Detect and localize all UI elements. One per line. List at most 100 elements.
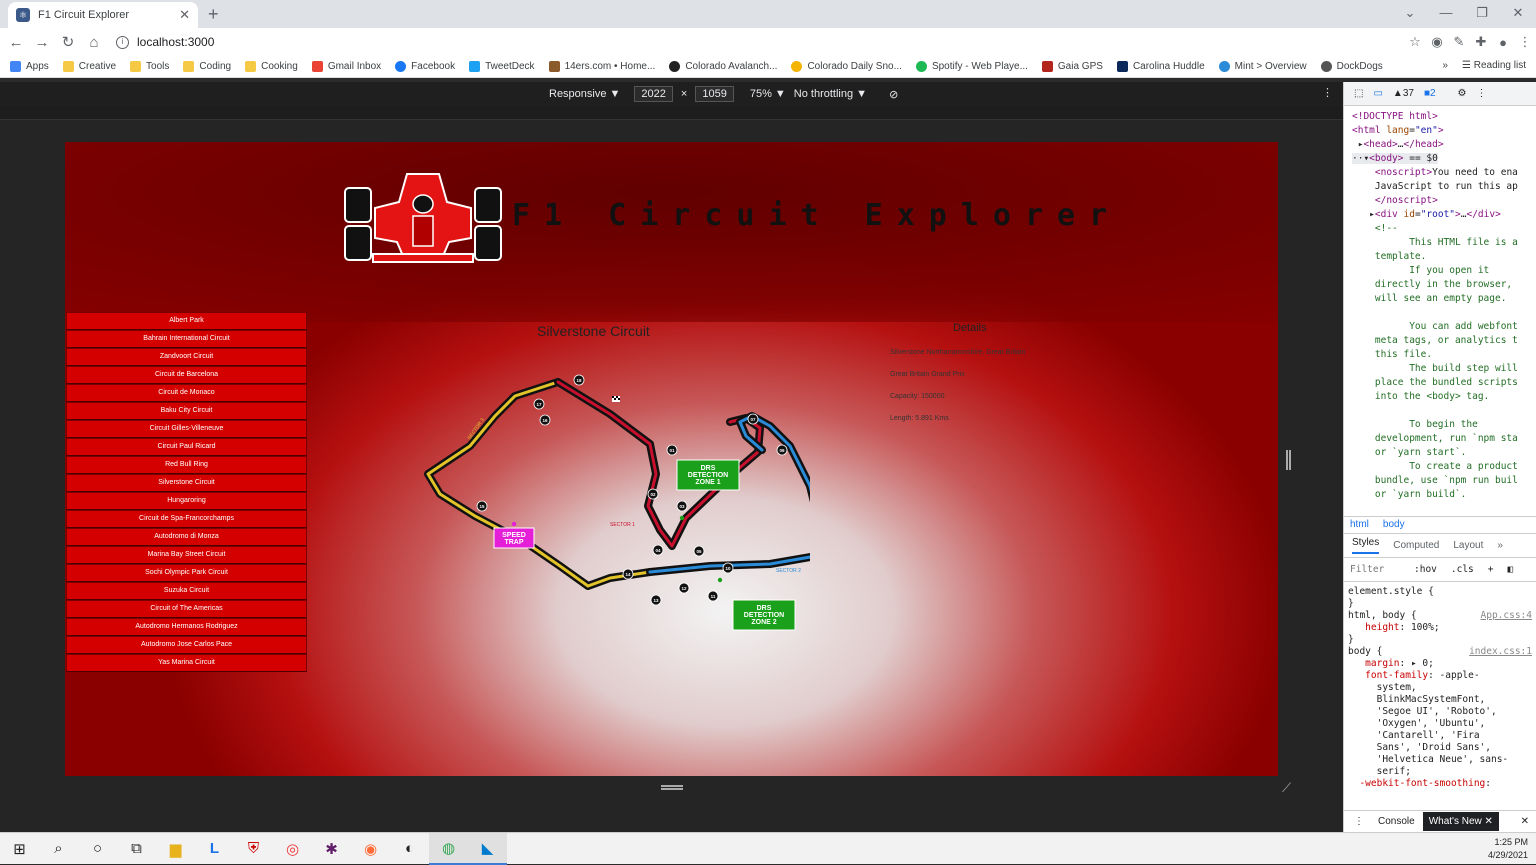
circuit-list-item[interactable]: Hungaroring [66, 492, 307, 510]
viewport-resize-handle-right[interactable] [1286, 450, 1291, 470]
bookmark-carolina-huddle[interactable]: Carolina Huddle [1116, 61, 1205, 72]
device-toolbar-menu-icon[interactable]: ⋮ [1322, 86, 1333, 99]
bookmark-apps[interactable]: Apps [10, 61, 49, 72]
hov-toggle[interactable]: :hov [1414, 564, 1437, 575]
windows-start-icon[interactable]: ⊞ [0, 833, 39, 865]
bookmark-14ers[interactable]: 14ers.com • Home... [548, 61, 655, 72]
styles-filter-input[interactable]: Filter [1350, 564, 1400, 575]
circuit-list-item[interactable]: Circuit de Monaco [66, 384, 307, 402]
bookmark-cooking[interactable]: Cooking [245, 61, 298, 72]
bookmark-gmail[interactable]: Gmail Inbox [311, 61, 381, 72]
bookmark-facebook[interactable]: Facebook [395, 61, 455, 72]
postman-icon[interactable]: ◉ [351, 833, 390, 865]
bookmark-spotify[interactable]: Spotify - Web Playe... [915, 61, 1028, 72]
inspect-element-icon[interactable]: ⬚ [1354, 88, 1363, 99]
app-l-icon[interactable]: L [195, 833, 234, 865]
viewport-height-input[interactable]: 1059 [695, 86, 734, 102]
profile-dropdown-icon[interactable]: ⌄ [1392, 0, 1428, 28]
circuit-list-item[interactable]: Autodromo Jose Carlos Pace [66, 636, 307, 654]
circuit-list-item[interactable]: Silverstone Circuit [66, 474, 307, 492]
styles-pane[interactable]: element.style { } App.css:4 html, body { … [1344, 582, 1536, 790]
circuit-list-item[interactable]: Yas Marina Circuit [66, 654, 307, 672]
circuit-list-item[interactable]: Circuit Gilles-Villeneuve [66, 420, 307, 438]
cls-toggle[interactable]: .cls [1451, 564, 1474, 575]
home-icon[interactable]: ⌂ [84, 34, 104, 51]
circuit-list-item[interactable]: Autodromo di Monza [66, 528, 307, 546]
elements-tree[interactable]: <!DOCTYPE html> <html lang="en"> ▸<head>… [1344, 106, 1536, 516]
responsive-dropdown[interactable]: Responsive ▼ [549, 88, 620, 100]
issues-badge[interactable]: ■2 [1424, 88, 1436, 99]
site-info-icon[interactable]: i [116, 35, 129, 49]
rule-2-source[interactable]: index.css:1 [1469, 646, 1532, 658]
vscode-icon[interactable]: ◣ [468, 832, 507, 865]
file-explorer-icon[interactable]: ▆ [156, 833, 195, 865]
address-bar[interactable]: i localhost:3000 [116, 31, 1404, 53]
search-icon[interactable]: ⌕ [39, 833, 78, 865]
settings-gear-icon[interactable]: ⚙ [1458, 88, 1467, 99]
viewport-resize-corner[interactable]: ⟋ [1282, 780, 1291, 796]
bookmark-colorado-snow[interactable]: Colorado Daily Sno... [791, 61, 902, 72]
bookmarks-overflow[interactable]: » [1442, 60, 1448, 71]
circuit-list-item[interactable]: Sochi Olympic Park Circuit [66, 564, 307, 582]
bookmark-colorado-avalanche[interactable]: Colorado Avalanch... [669, 61, 777, 72]
app-red-icon[interactable]: ◎ [273, 833, 312, 865]
circuit-list-item[interactable]: Circuit de Barcelona [66, 366, 307, 384]
task-view-icon[interactable]: ⧉ [117, 833, 156, 865]
tab-styles[interactable]: Styles [1352, 537, 1380, 554]
rule-1-source[interactable]: App.css:4 [1481, 610, 1532, 622]
circuit-list-item[interactable]: Marina Bay Street Circuit [66, 546, 307, 564]
close-tab-icon[interactable]: ✕ [179, 7, 190, 23]
bookmark-creative[interactable]: Creative [62, 61, 116, 72]
eyedropper-icon[interactable]: ✎ [1448, 34, 1470, 50]
restore-icon[interactable]: ❐ [1464, 0, 1500, 28]
circuit-list-item[interactable]: Suzuka Circuit [66, 582, 307, 600]
warnings-badge[interactable]: ▲37 [1393, 88, 1414, 99]
cortana-icon[interactable]: ○ [78, 833, 117, 865]
github-icon[interactable]: ◐ [390, 833, 429, 865]
drawer-menu-icon[interactable]: ⋮ [1354, 816, 1364, 827]
rotate-icon[interactable]: ⊘ [889, 88, 898, 101]
circuit-list-item[interactable]: Baku City Circuit [66, 402, 307, 420]
bookmark-dockdogs[interactable]: DockDogs [1320, 61, 1383, 72]
browser-tab[interactable]: ⚛ F1 Circuit Explorer ✕ [8, 2, 198, 28]
tab-whats-new[interactable]: What's New ✕ [1422, 812, 1499, 831]
circuit-list-item[interactable]: Zandvoort Circuit [66, 348, 307, 366]
bookmark-mint[interactable]: Mint > Overview [1218, 61, 1307, 72]
crumb-body[interactable]: body [1383, 519, 1405, 531]
crumb-html[interactable]: html [1350, 519, 1369, 531]
bookmark-tweetdeck[interactable]: TweetDeck [469, 61, 535, 72]
minimize-icon[interactable]: — [1428, 0, 1464, 28]
circuit-list-item[interactable]: Circuit Paul Ricard [66, 438, 307, 456]
tab-layout[interactable]: Layout [1453, 540, 1483, 551]
devtools-menu-icon[interactable]: ⋮ [1477, 88, 1487, 99]
new-rule-icon[interactable]: + [1488, 564, 1494, 575]
reading-list-button[interactable]: ☰ Reading list [1462, 60, 1526, 71]
tab-console[interactable]: Console [1378, 816, 1415, 827]
bookmark-star-icon[interactable]: ☆ [1404, 34, 1426, 50]
extensions-puzzle-icon[interactable]: ✚ [1470, 34, 1492, 50]
menu-kebab-icon[interactable]: ⋮ [1514, 34, 1536, 50]
system-clock[interactable]: 1:25 PM 4/29/2021 [1488, 836, 1528, 862]
bookmark-tools[interactable]: Tools [130, 61, 169, 72]
throttling-dropdown[interactable]: No throttling ▼ [794, 88, 867, 100]
extension-icon[interactable]: ◉ [1426, 34, 1448, 50]
bookmark-coding[interactable]: Coding [183, 61, 231, 72]
circuit-list-item[interactable]: Red Bull Ring [66, 456, 307, 474]
chrome-icon[interactable]: ◍ [429, 832, 468, 865]
close-drawer-icon[interactable]: ✕ [1521, 816, 1529, 827]
close-window-icon[interactable]: ✕ [1500, 0, 1536, 28]
reload-icon[interactable]: ↻ [58, 33, 78, 51]
zoom-dropdown[interactable]: 75% ▼ [750, 88, 786, 100]
tab-more[interactable]: » [1497, 540, 1503, 551]
forward-icon[interactable]: → [32, 34, 52, 51]
device-toggle-icon[interactable]: ▭ [1373, 88, 1382, 99]
avatar[interactable]: ● [1492, 35, 1514, 50]
circuit-list-item[interactable]: Albert Park [66, 312, 307, 330]
circuit-list-item[interactable]: Circuit of The Americas [66, 600, 307, 618]
circuit-list-item[interactable]: Autodromo Hermanos Rodriguez [66, 618, 307, 636]
slack-icon[interactable]: ✱ [312, 833, 351, 865]
circuit-list-item[interactable]: Circuit de Spa-Francorchamps [66, 510, 307, 528]
sidebar-toggle-icon[interactable]: ◧ [1508, 564, 1514, 575]
back-icon[interactable]: ← [6, 34, 26, 51]
tab-computed[interactable]: Computed [1393, 540, 1439, 551]
